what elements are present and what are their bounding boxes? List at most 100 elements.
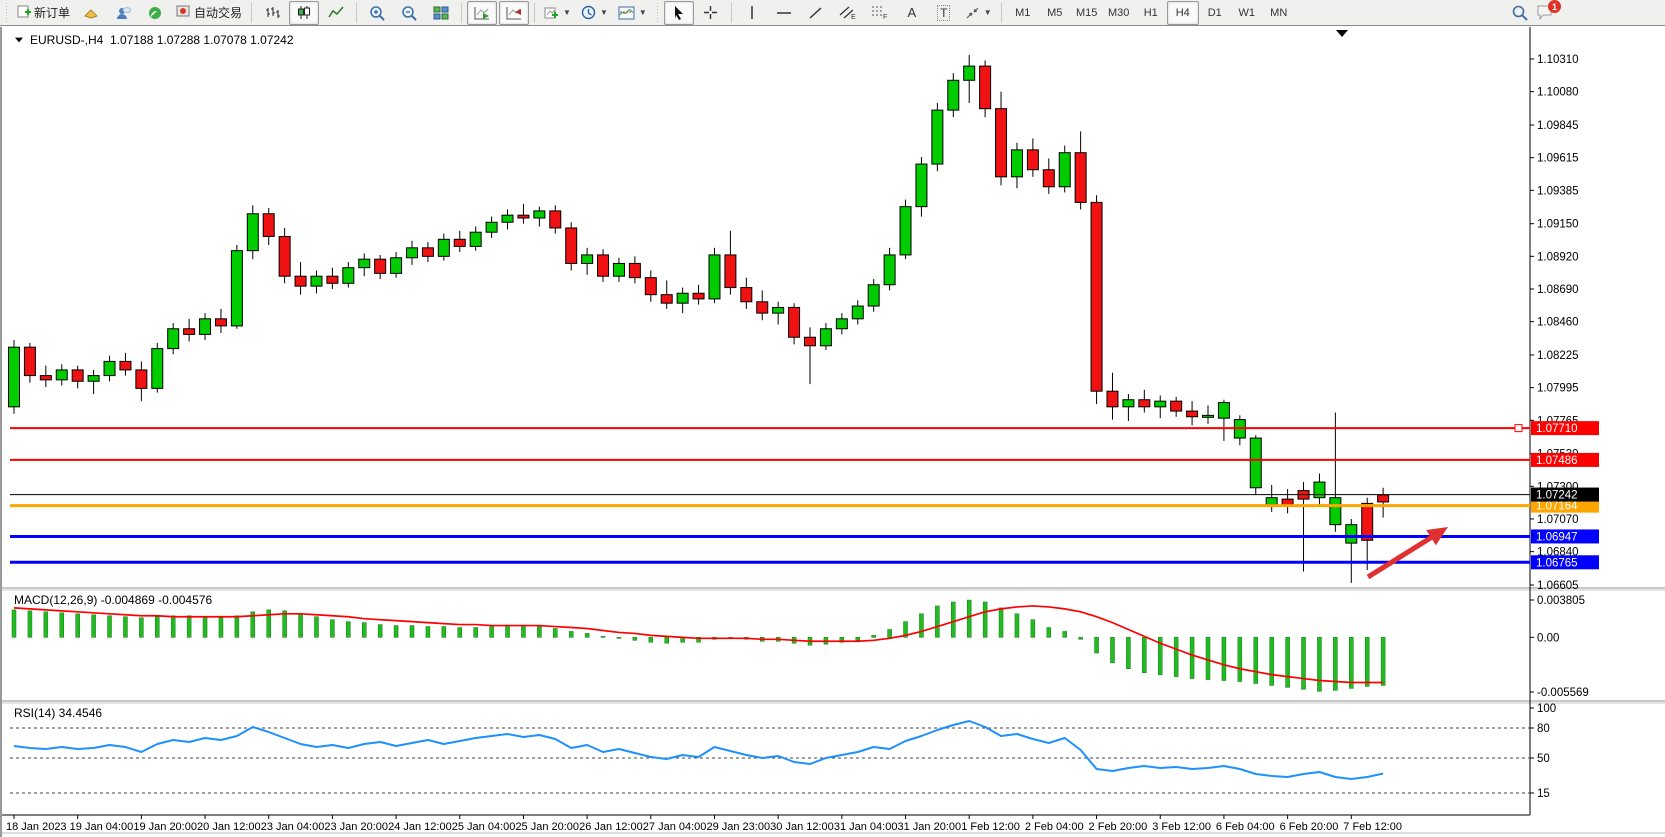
candle-body[interactable] [980, 66, 991, 109]
toolbar-grip[interactable] [4, 3, 9, 23]
toolbar-grip[interactable] [655, 3, 660, 23]
periods-button[interactable]: ▼ [577, 1, 612, 25]
candle-body[interactable] [805, 337, 816, 346]
horizontal-line-tool-button[interactable] [769, 1, 799, 25]
candle-body[interactable] [136, 370, 147, 388]
chart-shift-button[interactable] [499, 1, 529, 25]
candle-body[interactable] [645, 278, 656, 295]
auto-trading-button[interactable]: 自动交易 [172, 1, 246, 25]
candle-body[interactable] [359, 259, 370, 268]
candle-body[interactable] [375, 259, 386, 273]
candle-body[interactable] [693, 293, 704, 299]
trendline-tool-button[interactable] [801, 1, 831, 25]
candle-body[interactable] [311, 276, 322, 286]
candle-body[interactable] [1203, 415, 1214, 417]
candle-body[interactable] [184, 329, 195, 335]
candle-body[interactable] [152, 349, 163, 389]
candle-body[interactable] [518, 215, 529, 218]
zoom-in-button[interactable] [362, 1, 392, 25]
cursor-tool-button[interactable] [664, 1, 694, 25]
zoom-out-button[interactable] [394, 1, 424, 25]
candle-body[interactable] [9, 347, 20, 407]
candle-body[interactable] [391, 258, 402, 274]
candle-body[interactable] [56, 370, 67, 380]
candle-body[interactable] [757, 302, 768, 313]
crosshair-tool-button[interactable] [696, 1, 726, 25]
candle-body[interactable] [263, 214, 274, 237]
candle-body[interactable] [948, 80, 959, 110]
candle-body[interactable] [550, 211, 561, 228]
candle-body[interactable] [1250, 438, 1261, 488]
candle-body[interactable] [104, 361, 115, 375]
candle-body[interactable] [438, 239, 449, 256]
tile-windows-button[interactable] [426, 1, 456, 25]
candle-body[interactable] [1378, 495, 1389, 502]
candle-body[interactable] [996, 109, 1007, 177]
candle-body[interactable] [470, 232, 481, 246]
bar-chart-button[interactable] [257, 1, 287, 25]
line-chart-button[interactable] [321, 1, 351, 25]
candle-body[interactable] [709, 255, 720, 299]
candle-body[interactable] [200, 319, 211, 335]
candle-body[interactable] [1362, 503, 1373, 540]
line-handle[interactable] [1515, 425, 1522, 432]
equidistant-channel-tool-button[interactable]: E [833, 1, 863, 25]
candle-body[interactable] [1059, 153, 1070, 187]
candle-body[interactable] [741, 288, 752, 302]
candle-body[interactable] [1043, 170, 1054, 187]
candle-body[interactable] [629, 263, 640, 277]
candle-body[interactable] [486, 222, 497, 232]
text-tool-button[interactable]: A [897, 1, 927, 25]
signal-button[interactable] [140, 1, 170, 25]
timeframe-button-w1[interactable]: W1 [1231, 1, 1263, 25]
candle-body[interactable] [677, 293, 688, 303]
timeframe-button-m1[interactable]: M1 [1007, 1, 1039, 25]
candle-body[interactable] [231, 251, 242, 326]
candle-body[interactable] [1011, 150, 1022, 177]
candle-body[interactable] [1027, 150, 1038, 170]
candle-body[interactable] [24, 347, 35, 375]
trend-arrow-annotation[interactable] [1368, 538, 1431, 577]
timeframe-button-m30[interactable]: M30 [1103, 1, 1135, 25]
candle-body[interactable] [72, 370, 83, 381]
candle-body[interactable] [582, 255, 593, 264]
candle-body[interactable] [1171, 401, 1182, 411]
candle-body[interactable] [1314, 482, 1325, 498]
vertical-line-tool-button[interactable] [737, 1, 767, 25]
collapse-arrow-icon[interactable] [15, 38, 23, 43]
candle-body[interactable] [168, 329, 179, 349]
timeframe-button-h1[interactable]: H1 [1135, 1, 1167, 25]
candle-body[interactable] [295, 276, 306, 286]
timeframe-button-m5[interactable]: M5 [1039, 1, 1071, 25]
candle-body[interactable] [1155, 401, 1166, 407]
candle-body[interactable] [1187, 411, 1198, 417]
new-order-button[interactable]: 新订单 [13, 1, 74, 25]
candle-body[interactable] [40, 376, 51, 380]
candle-body[interactable] [789, 307, 800, 337]
candle-body[interactable] [1075, 153, 1086, 203]
fibonacci-tool-button[interactable]: F [865, 1, 895, 25]
candle-body[interactable] [613, 263, 624, 276]
arrows-tool-button[interactable]: ▼ [961, 1, 996, 25]
candle-body[interactable] [820, 329, 831, 346]
candle-body[interactable] [852, 306, 863, 319]
candle-body[interactable] [1330, 498, 1341, 525]
candle-body[interactable] [215, 319, 226, 326]
candle-body[interactable] [454, 239, 465, 246]
candle-body[interactable] [1218, 403, 1229, 419]
candle-body[interactable] [120, 361, 131, 370]
candle-body[interactable] [343, 268, 354, 284]
auto-scroll-button[interactable] [467, 1, 497, 25]
candle-body[interactable] [88, 376, 99, 382]
profile-button[interactable] [108, 1, 138, 25]
chat-button[interactable]: 1 [1536, 4, 1556, 22]
candle-body[interactable] [407, 248, 418, 258]
candle-body[interactable] [1107, 391, 1118, 407]
candle-body[interactable] [247, 214, 258, 251]
candle-body[interactable] [502, 215, 513, 222]
chart-canvas[interactable]: 1.103101.100801.098451.096151.093851.091… [2, 27, 1665, 837]
timeframe-button-mn[interactable]: MN [1263, 1, 1295, 25]
candle-body[interactable] [1091, 202, 1102, 391]
new-chart-button[interactable]: ▼ [540, 1, 575, 25]
candle-body[interactable] [1123, 400, 1134, 407]
